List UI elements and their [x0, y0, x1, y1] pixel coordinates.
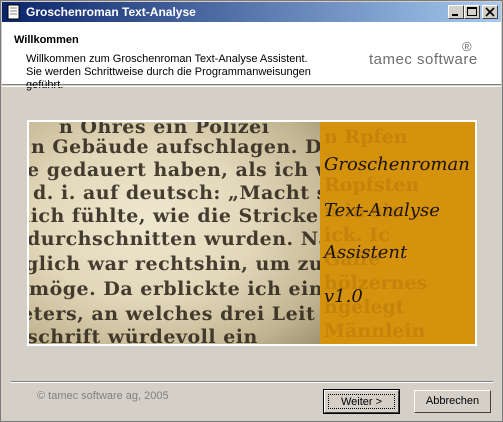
- maximize-button[interactable]: [464, 5, 480, 19]
- window-title: Groschenroman Text-Analyse: [26, 5, 196, 19]
- title-panel: n Rpfen Ropfsten n in sie ick. Ic Gaffe …: [320, 122, 475, 344]
- banner-line-2: Text-Analyse: [324, 200, 440, 221]
- cancel-button[interactable]: Abbrechen: [414, 390, 491, 413]
- minimize-button[interactable]: [448, 5, 464, 19]
- welcome-banner: n Ohres ein Polizei n Gebäude aufschlage…: [27, 120, 477, 346]
- book-page-image: n Ohres ein Polizei n Gebäude aufschlage…: [29, 122, 320, 344]
- minimize-icon: [452, 14, 458, 16]
- copyright-text: © tamec software ag, 2005: [37, 390, 169, 402]
- title-bar[interactable]: Groschenroman Text-Analyse: [2, 2, 501, 22]
- maximize-icon: [467, 7, 477, 16]
- close-icon: [485, 7, 495, 17]
- next-button[interactable]: Weiter >: [323, 389, 400, 414]
- next-button-label: Weiter >: [328, 394, 395, 409]
- wizard-header: Willkommen Willkommen zum Groschenroman …: [2, 22, 501, 91]
- header-divider: [2, 86, 501, 87]
- registered-mark: ®: [462, 39, 472, 54]
- banner-line-1: Groschenroman: [324, 154, 470, 175]
- app-icon[interactable]: [6, 4, 22, 20]
- banner-line-3: Assistent: [324, 242, 408, 263]
- banner-version: v1.0: [324, 286, 363, 307]
- wizard-window: Groschenroman Text-Analyse Willkommen Wi…: [0, 0, 503, 422]
- close-button[interactable]: [482, 5, 498, 19]
- page-title: Willkommen: [14, 34, 79, 46]
